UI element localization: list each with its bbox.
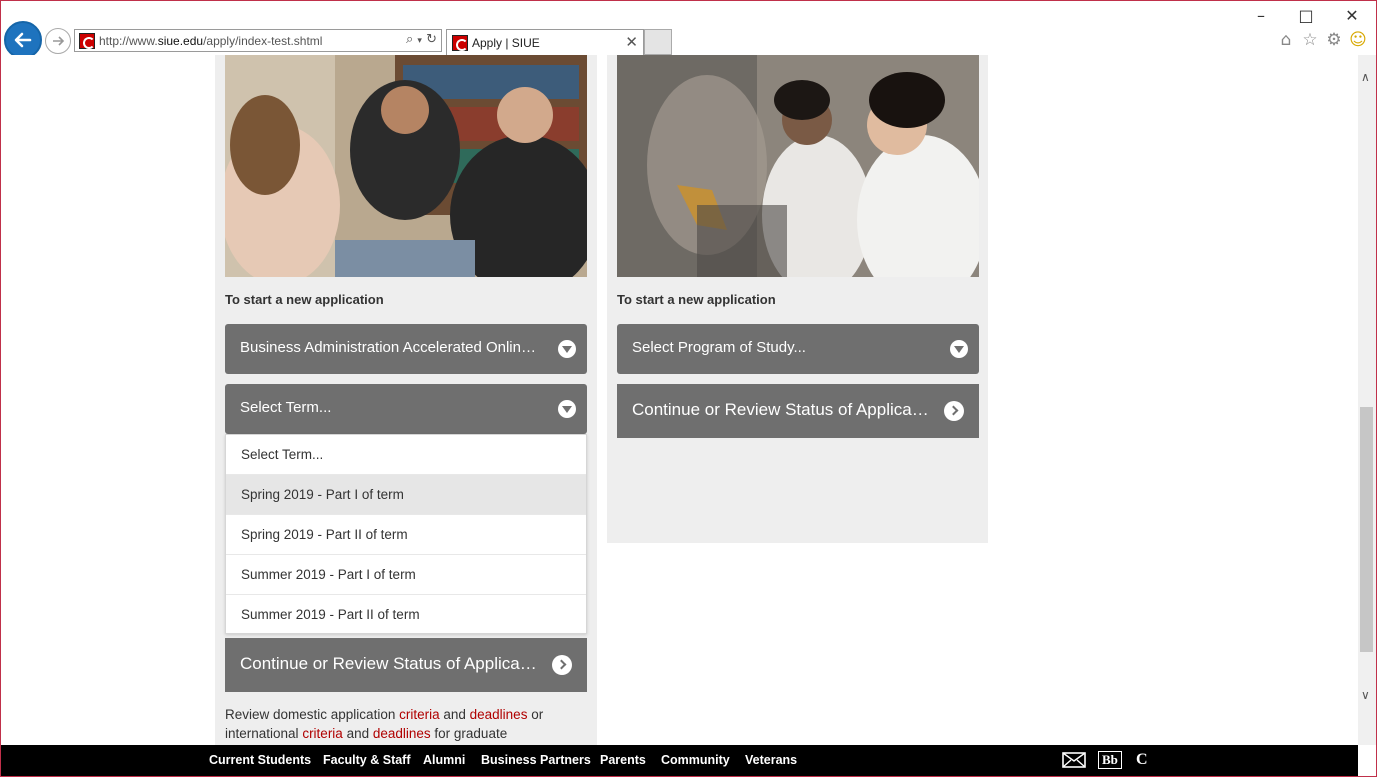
term-select-value: Select Term... [240,399,332,416]
footer-link-faculty-staff[interactable]: Faculty & Staff [323,753,411,767]
program-select-value: Business Administration Accelerated Onli… [240,339,540,356]
new-application-heading: To start a new application [225,292,384,307]
blackboard-icon[interactable]: Bb [1098,751,1122,769]
gear-icon[interactable]: ⚙ [1324,30,1344,50]
forward-arrow-icon [53,36,65,46]
footer-nav: Current Students Faculty & Staff Alumni … [1,745,1358,776]
minimize-icon[interactable]: – [1250,5,1272,27]
chevron-down-icon [558,340,576,358]
chevron-right-icon [552,655,572,675]
term-option[interactable]: Summer 2019 - Part II of term [226,595,586,635]
cougarnet-icon[interactable]: C [1136,751,1148,769]
students-discussion-photo [225,55,587,277]
review-text-part: Review domestic application [225,707,400,722]
maximize-icon[interactable]: □ [1295,5,1317,27]
program-of-study-select[interactable]: Select Program of Study... [617,324,979,374]
domestic-criteria-link[interactable]: criteria [399,707,440,722]
address-prefix: http://www. [99,34,158,48]
scroll-thumb[interactable] [1360,407,1373,652]
continue-review-label: Continue or Review Status of Application [240,654,540,673]
term-select[interactable]: Select Term... [225,384,587,434]
term-option[interactable]: Select Term... [226,435,586,475]
continue-review-button[interactable]: Continue or Review Status of Application [617,384,979,438]
vertical-scrollbar[interactable]: ∧ [1358,55,1376,745]
address-text[interactable]: http://www.siue.edu/apply/index-test.sht… [99,34,322,48]
application-card-right: To start a new application Select Progra… [607,55,988,543]
domestic-deadlines-link[interactable]: deadlines [470,707,528,722]
footer-link-business-partners[interactable]: Business Partners [481,753,591,767]
back-arrow-icon [14,32,32,48]
search-icon[interactable]: ⌕ [406,32,413,47]
footer-link-alumni[interactable]: Alumni [423,753,465,767]
address-bar[interactable]: http://www.siue.edu/apply/index-test.sht… [74,29,442,52]
review-text-part: and [439,707,470,722]
scroll-down-icon[interactable]: ∨ [1361,688,1370,702]
tab-close-icon[interactable]: ✕ [625,33,638,51]
term-option-highlighted[interactable]: Spring 2019 - Part I of term [226,475,586,515]
star-icon[interactable]: ☆ [1300,30,1320,50]
footer-link-community[interactable]: Community [661,753,730,767]
site-favicon-icon [79,33,95,49]
mail-icon[interactable] [1062,751,1086,769]
forward-button[interactable] [45,28,71,54]
page-content: To start a new application Business Admi… [1,55,1358,745]
address-tools: ⌕ ▾ ↻ [406,32,437,47]
chevron-down-icon [558,400,576,418]
review-text-part: and [342,726,373,741]
back-button[interactable] [4,21,42,59]
footer-link-current-students[interactable]: Current Students [209,753,311,767]
continue-review-button[interactable]: Continue or Review Status of Application [225,638,587,692]
term-option[interactable]: Spring 2019 - Part II of term [226,515,586,555]
footer-link-veterans[interactable]: Veterans [745,753,797,767]
chevron-down-icon [950,340,968,358]
dropdown-icon[interactable]: ▾ [417,36,422,46]
footer-link-parents[interactable]: Parents [600,753,646,767]
address-path: /apply/index-test.shtml [203,34,323,48]
application-card-left: To start a new application Business Admi… [215,55,597,745]
review-text-part: for graduate [430,726,508,741]
close-window-icon[interactable]: ✕ [1341,5,1363,27]
address-domain: siue.edu [157,34,204,48]
term-option[interactable]: Summer 2019 - Part I of term [226,555,586,595]
continue-review-label: Continue or Review Status of Application [632,400,932,419]
program-of-study-value: Select Program of Study... [632,339,806,356]
term-dropdown-list: Select Term... Spring 2019 - Part I of t… [225,434,587,634]
review-criteria-text: Review domestic application criteria and… [225,705,585,743]
new-application-heading: To start a new application [617,292,776,307]
refresh-icon[interactable]: ↻ [426,32,437,47]
scroll-up-icon[interactable]: ∧ [1361,70,1370,84]
international-deadlines-link[interactable]: deadlines [373,726,431,741]
smiley-icon[interactable]: ☺ [1348,30,1368,50]
chevron-right-icon [944,401,964,421]
international-criteria-link[interactable]: criteria [302,726,343,741]
program-select[interactable]: Business Administration Accelerated Onli… [225,324,587,374]
tab-title: Apply | SIUE [472,36,540,50]
new-tab-button[interactable] [644,29,672,55]
home-icon[interactable]: ⌂ [1276,30,1296,50]
tab-favicon-icon [452,35,468,51]
tab-apply-siue[interactable]: Apply | SIUE ✕ [446,29,644,56]
lab-students-photo [617,55,979,277]
browser-chrome: – □ ✕ http://www.siue.edu/apply/index-te… [1,1,1376,59]
